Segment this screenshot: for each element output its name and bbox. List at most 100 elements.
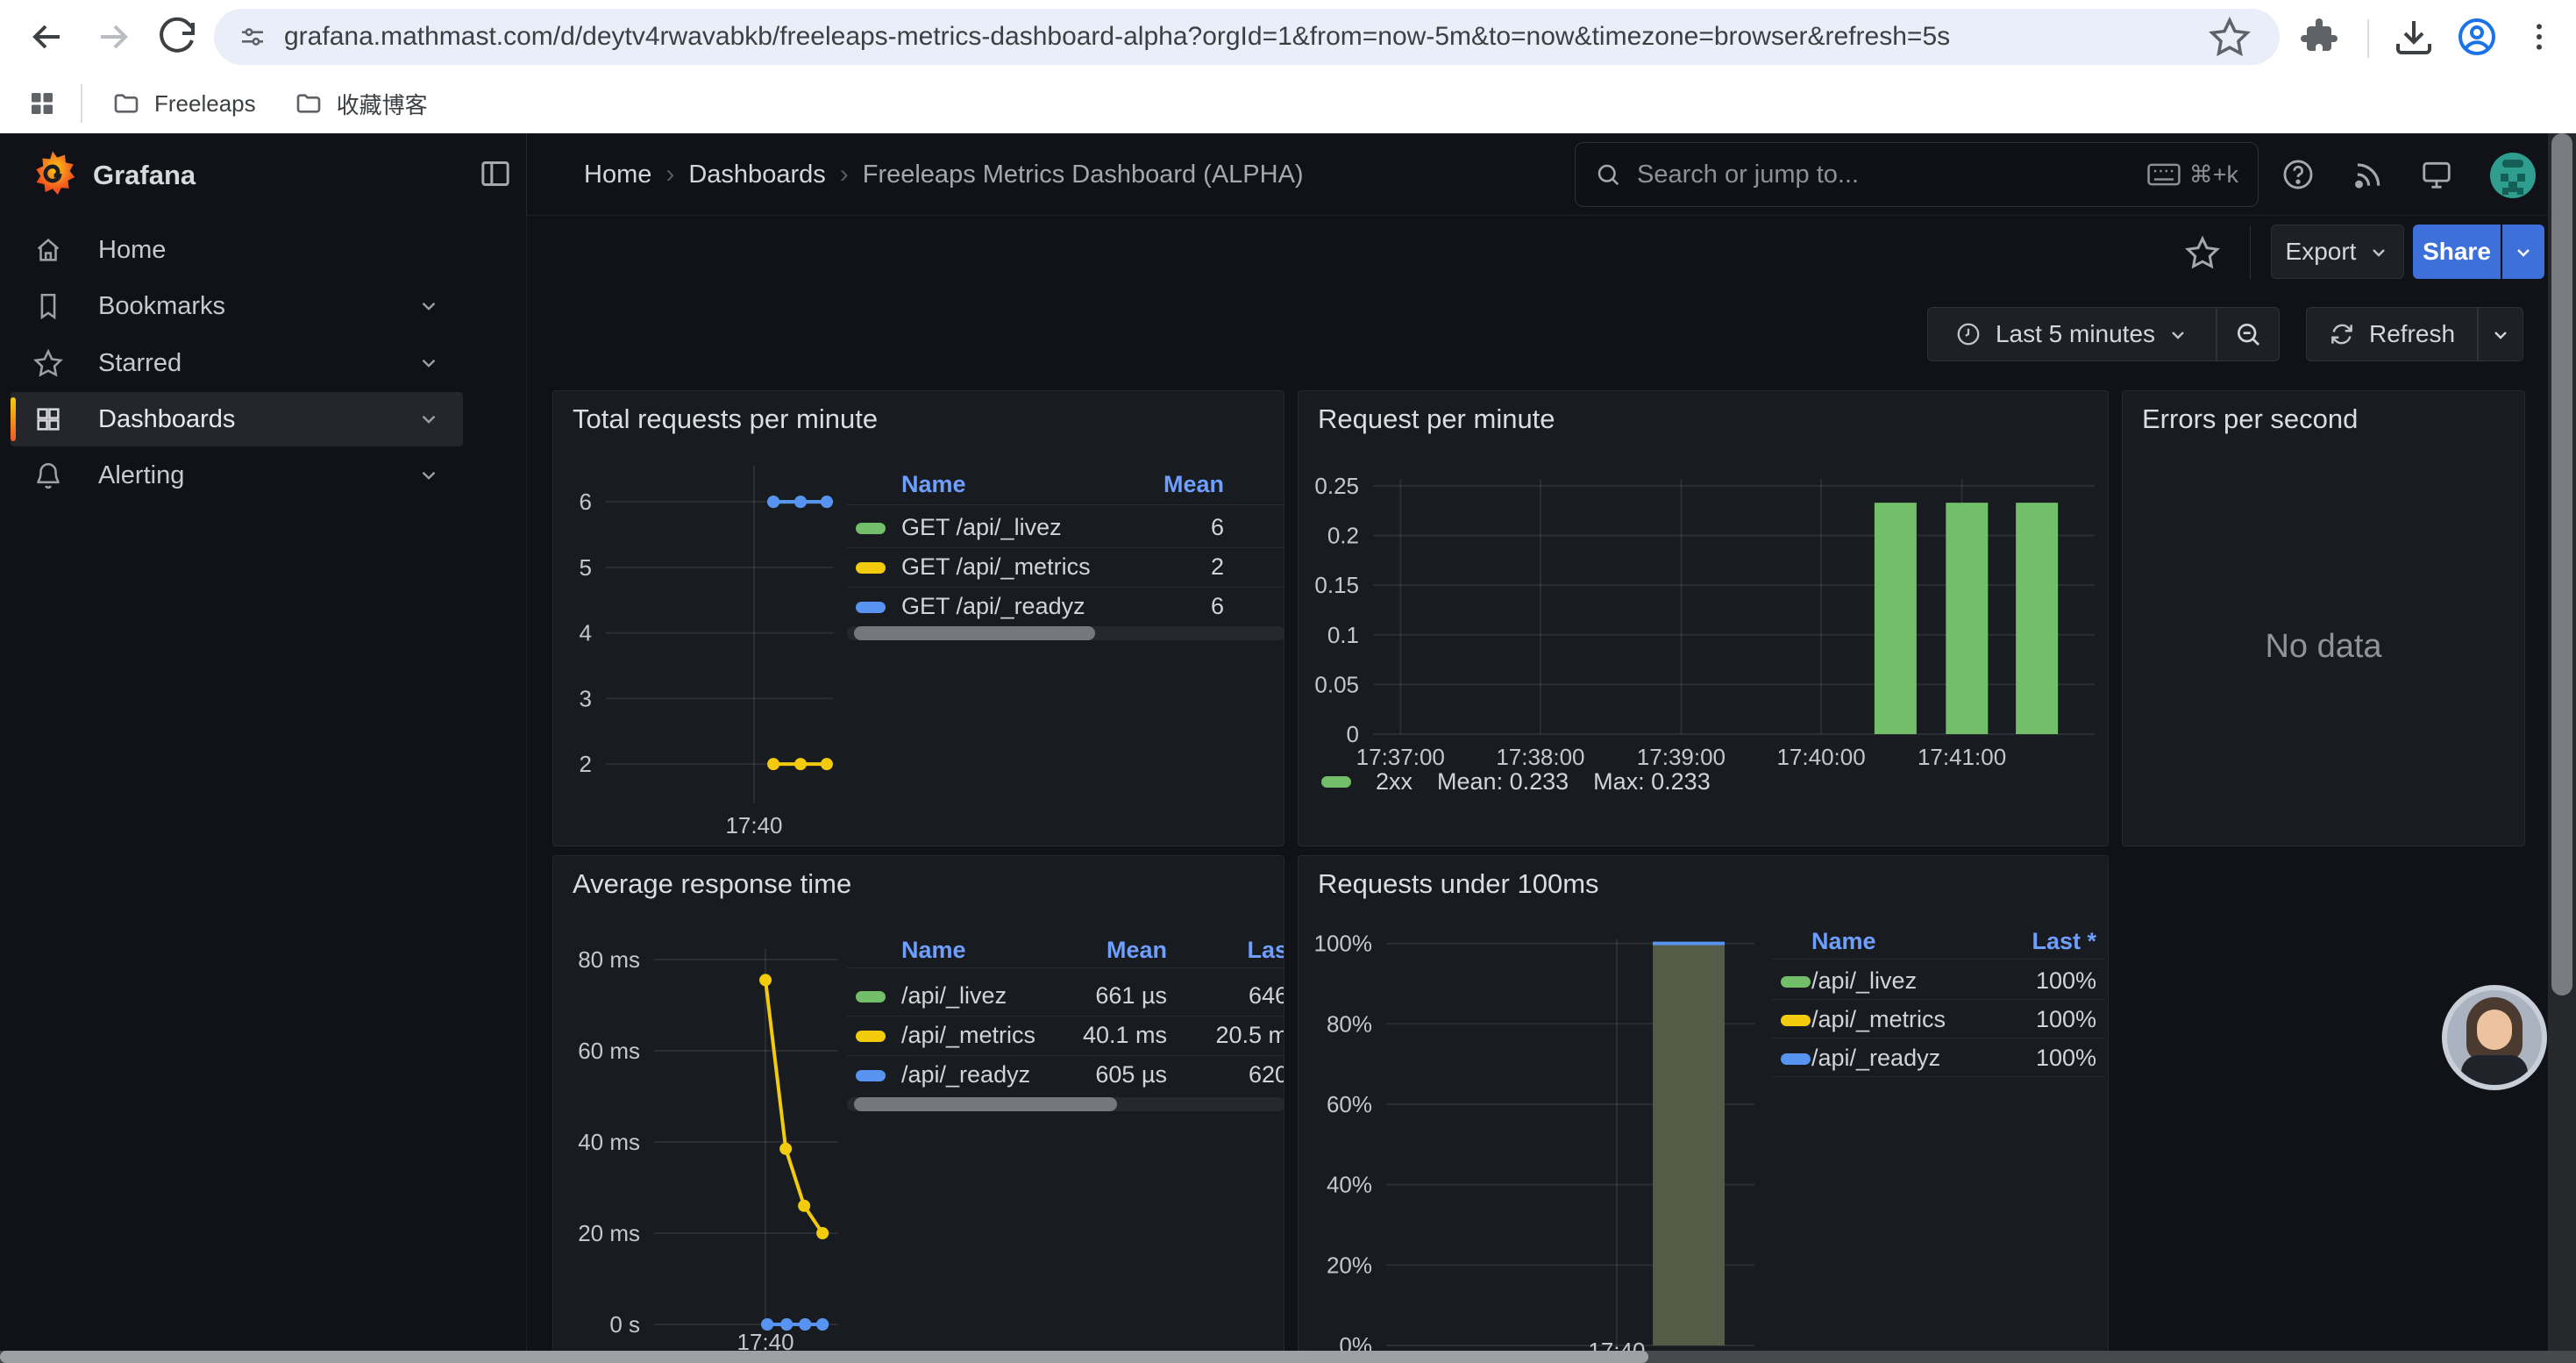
legend-col-value[interactable]: Mean: [1107, 937, 1167, 964]
sidebar-toggle-icon[interactable]: [478, 156, 513, 191]
search-icon: [1595, 161, 1621, 188]
bookmarks-divider: [81, 84, 82, 123]
horizontal-scrollbar[interactable]: [0, 1351, 2576, 1363]
svg-text:0.15: 0.15: [1314, 572, 1359, 598]
profile-icon[interactable]: [2456, 16, 2498, 58]
refresh-interval-button[interactable]: [2478, 307, 2523, 361]
legend-row[interactable]: GET /api/_metrics2: [847, 547, 1284, 587]
reload-icon[interactable]: [156, 16, 198, 58]
help-icon[interactable]: [2281, 158, 2315, 191]
panel-title[interactable]: Requests under 100ms: [1318, 868, 1599, 900]
legend-scrollbar-thumb[interactable]: [854, 1097, 1117, 1111]
svg-text:60%: 60%: [1327, 1091, 1372, 1117]
legend-scrollbar[interactable]: [847, 626, 1284, 640]
search-shortcut: ⌘+k: [2147, 161, 2238, 189]
legend-row[interactable]: /api/_metrics40.1 ms20.5 m: [847, 1016, 1284, 1055]
series-stat: Max: 0.233: [1593, 768, 1711, 796]
series-name: GET /api/_metrics: [901, 553, 1091, 581]
panel-title[interactable]: Errors per second: [2142, 403, 2358, 435]
legend-col-name[interactable]: Name: [901, 471, 966, 498]
legend-col-value[interactable]: Las: [1247, 937, 1284, 964]
series-2xx: [1875, 503, 2058, 734]
chevron-down-icon[interactable]: [417, 464, 440, 487]
bookmark-star-icon[interactable]: [2209, 16, 2251, 58]
series-swatch: [856, 1070, 886, 1081]
series-name: GET /api/_livez: [901, 514, 1062, 541]
share-button[interactable]: Share: [2413, 225, 2501, 279]
legend-row[interactable]: /api/_livez100%: [1772, 962, 2105, 1001]
series-value: 6: [1211, 514, 1224, 541]
grafana-logo[interactable]: [28, 147, 77, 200]
sidebar-item-bookmarks[interactable]: Bookmarks: [11, 279, 463, 333]
legend-col-value[interactable]: Mean: [1163, 471, 1224, 498]
requests-per-minute-legend[interactable]: 2xxMean: 0.233Max: 0.233: [1321, 768, 1711, 796]
apps-grid-icon[interactable]: [26, 88, 58, 119]
floating-assistant-avatar[interactable]: [2442, 985, 2547, 1090]
download-icon[interactable]: [2393, 16, 2435, 58]
legend-row[interactable]: /api/_metrics100%: [1772, 1001, 2105, 1039]
export-button[interactable]: Export: [2271, 225, 2404, 279]
legend-row[interactable]: GET /api/_livez 6: [847, 508, 1284, 547]
legend-row[interactable]: GET /api/_readyz 6: [847, 587, 1284, 626]
panel-title[interactable]: Average response time: [573, 868, 851, 900]
share-dropdown-button[interactable]: [2502, 225, 2544, 279]
vertical-scrollbar[interactable]: [2548, 133, 2576, 1363]
time-range-button[interactable]: Last 5 minutes: [1927, 307, 2217, 361]
tune-icon[interactable]: [238, 23, 267, 51]
user-avatar[interactable]: [2490, 153, 2536, 198]
panel-title[interactable]: Request per minute: [1318, 403, 1555, 435]
legend-row[interactable]: /api/_readyz605 µs620: [847, 1055, 1284, 1095]
horizontal-scrollbar-thumb[interactable]: [0, 1351, 1648, 1363]
under-100ms-legend-table: Name Last * /api/_livez100%/api/_metrics10…: [1772, 924, 2105, 1086]
legend-col-value[interactable]: Last *: [2032, 928, 2096, 955]
series-stat: Mean: 0.233: [1437, 768, 1569, 796]
chevron-down-icon[interactable]: [417, 408, 440, 431]
total_requests-plot: 17:4023456: [562, 453, 851, 846]
search-input[interactable]: Search or jump to... ⌘+k: [1575, 142, 2259, 207]
star-outline-icon[interactable]: [2185, 235, 2220, 270]
series-name: GET /api/_readyz: [901, 593, 1085, 620]
url-text: grafana.mathmast.com/d/deytv4rwavabkb/fr…: [284, 22, 1950, 52]
breadcrumb-home[interactable]: Home: [584, 161, 651, 189]
forward-icon[interactable]: [92, 16, 134, 58]
chevron-down-icon[interactable]: [417, 295, 440, 318]
extensions-icon[interactable]: [2298, 16, 2340, 58]
series-swatch: [1781, 1015, 1811, 1026]
refresh-button[interactable]: Refresh: [2306, 307, 2478, 361]
sidebar-item-dashboards[interactable]: Dashboards: [11, 392, 463, 446]
svg-text:2: 2: [580, 751, 592, 777]
bookmark-folder-blogs[interactable]: 收藏博客: [295, 88, 428, 120]
legend-scrollbar[interactable]: [847, 1097, 1284, 1111]
bookmark-folder-label: Freeleaps: [154, 90, 256, 118]
legend-row[interactable]: /api/_readyz100%: [1772, 1039, 2105, 1078]
back-icon[interactable]: [26, 16, 68, 58]
legend-row[interactable]: /api/_livez661 µs646: [847, 976, 1284, 1016]
bookmark-folder-freeleaps[interactable]: Freeleaps: [112, 89, 256, 118]
breadcrumb-dashboards[interactable]: Dashboards: [688, 161, 825, 189]
series-value: 6: [1211, 593, 1224, 620]
svg-text:0: 0: [1347, 721, 1359, 747]
panel-title[interactable]: Total requests per minute: [573, 403, 878, 435]
refresh-chevron-icon: [2490, 324, 2511, 345]
rss-icon[interactable]: [2351, 158, 2384, 191]
kebab-menu-icon[interactable]: [2522, 16, 2557, 58]
avg-response-time-chart[interactable]: 17:400 s20 ms40 ms60 ms80 ms: [562, 917, 851, 1363]
series-GET /api/_metrics: [767, 758, 833, 770]
zoom-out-button[interactable]: [2217, 307, 2280, 361]
folder-icon: [112, 89, 140, 118]
chevron-down-icon[interactable]: [417, 352, 440, 375]
sidebar-item-home[interactable]: Home: [11, 223, 463, 277]
avg-response-time-legend-table: Name Mean Las/api/_livez661 µs646/api/_met…: [847, 932, 1284, 1121]
svg-text:5: 5: [580, 554, 592, 581]
legend-col-name[interactable]: Name: [1811, 928, 1876, 955]
total-requests-chart[interactable]: 17:4023456: [562, 453, 851, 846]
sidebar-item-starred[interactable]: Starred: [11, 336, 463, 390]
legend-col-name[interactable]: Name: [901, 937, 966, 964]
sidebar-item-alerting[interactable]: Alerting: [11, 448, 463, 503]
monitor-icon[interactable]: [2420, 158, 2453, 191]
vertical-scrollbar-thumb[interactable]: [2551, 133, 2572, 995]
url-bar[interactable]: grafana.mathmast.com/d/deytv4rwavabkb/fr…: [214, 9, 2280, 65]
export-label: Export: [2286, 238, 2357, 266]
folder-icon: [295, 89, 323, 118]
legend-scrollbar-thumb[interactable]: [854, 626, 1095, 640]
